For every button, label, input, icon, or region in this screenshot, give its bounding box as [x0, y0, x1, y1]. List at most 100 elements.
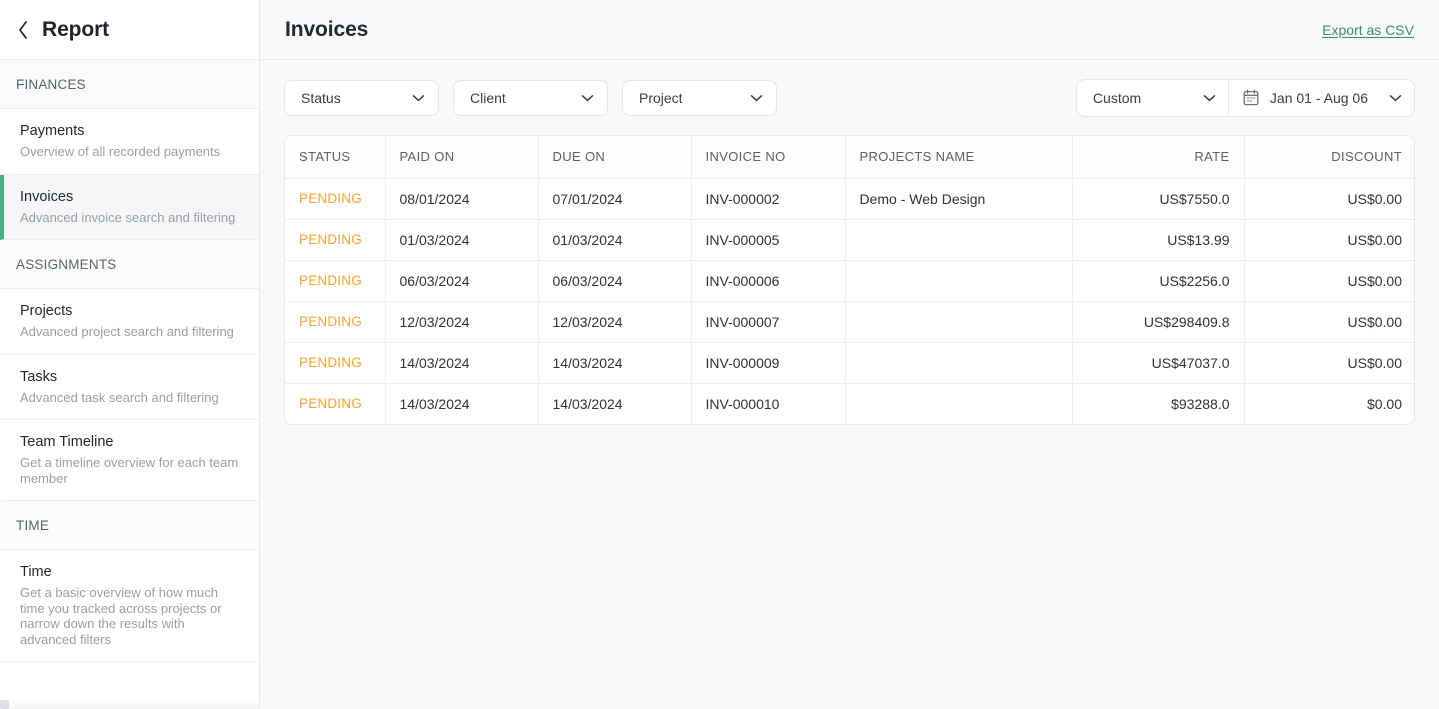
- cell-discount: US$0.00: [1244, 342, 1414, 384]
- chevron-down-icon: [750, 94, 763, 101]
- client-filter-label: Client: [470, 89, 506, 106]
- sidebar-item-team-timeline[interactable]: Team Timeline Get a timeline overview for…: [0, 420, 259, 501]
- sidebar-item-description: Get a timeline overview for each team me…: [20, 455, 239, 486]
- cell-due-on: 07/01/2024: [538, 178, 692, 220]
- cell-invoice-no: INV-000002: [691, 178, 846, 220]
- table-row[interactable]: PENDING 06/03/2024 06/03/2024 INV-000006 US$…: [285, 260, 1414, 302]
- column-header-rate[interactable]: RATE: [1072, 136, 1245, 179]
- date-range-group: Custom Jan 01 - Aug 06: [1075, 78, 1415, 117]
- table-row[interactable]: PENDING 14/03/2024 14/03/2024 INV-000010 $93…: [285, 383, 1414, 424]
- sidebar-scrollbar[interactable]: [0, 700, 9, 709]
- sidebar-header: Report: [0, 0, 259, 60]
- cell-discount: US$0.00: [1244, 260, 1414, 302]
- cell-discount: $0.00: [1366, 395, 1402, 412]
- cell-discount: US$0.00: [1244, 219, 1414, 261]
- table-row[interactable]: PENDING 12/03/2024 12/03/2024 INV-000007 US$…: [285, 301, 1414, 343]
- sidebar-item-description: Advanced project search and filtering: [20, 324, 234, 339]
- column-header-invoice-no[interactable]: INVOICE NO: [691, 136, 846, 179]
- sidebar-item-label: Tasks: [20, 368, 58, 385]
- sidebar: Report FINANCES Payments Overview of all r…: [0, 0, 260, 709]
- table-row[interactable]: PENDING 01/03/2024 01/03/2024 INV-000005 US$…: [285, 219, 1414, 261]
- cell-projects-name: [845, 383, 1073, 424]
- cell-paid-on: 12/03/2024: [385, 301, 539, 343]
- cell-paid-on: 01/03/2024: [385, 219, 539, 261]
- export-as-csv-link[interactable]: Export as CSV: [1322, 22, 1414, 38]
- cell-projects-name: [845, 301, 1073, 343]
- sidebar-item-invoices[interactable]: Invoices Advanced invoice search and filt…: [0, 174, 259, 240]
- sidebar-item-projects[interactable]: Projects Advanced project search and filt…: [0, 289, 259, 355]
- sidebar-title: Report: [42, 17, 110, 41]
- sidebar-item-description: Overview of all recorded payments: [20, 144, 221, 159]
- range-preset-dropdown[interactable]: Custom: [1077, 79, 1229, 116]
- date-range-picker[interactable]: Jan 01 - Aug 06: [1229, 80, 1414, 116]
- chevron-down-icon: [1203, 94, 1216, 101]
- date-range-control: Custom Jan 01 - Aug 06: [1075, 78, 1415, 117]
- table-row[interactable]: PENDING 14/03/2024 14/03/2024 INV-000009 US$…: [285, 342, 1414, 384]
- cell-invoice-no: INV-000006: [691, 260, 846, 302]
- sidebar-section-assignments: ASSIGNMENTS: [0, 240, 259, 289]
- cell-projects-name: Demo - Web Design: [845, 178, 1073, 220]
- sidebar-item-description: Advanced invoice search and filtering: [20, 209, 236, 225]
- main-content: Invoices Export as CSV Status Client Pro…: [260, 0, 1439, 709]
- status-filter-label: Status: [301, 89, 341, 106]
- sidebar-item-label: Time: [20, 564, 52, 580]
- status-filter-dropdown[interactable]: Status: [284, 79, 439, 116]
- column-header-due-on[interactable]: DUE ON: [538, 136, 692, 179]
- cell-rate: US$298409.8: [1072, 301, 1245, 343]
- range-preset-label: Custom: [1092, 89, 1142, 106]
- cell-paid-on: 06/03/2024: [385, 260, 539, 302]
- cell-invoice-no: INV-000007: [691, 301, 846, 343]
- cell-projects-name: [845, 219, 1073, 261]
- calendar-icon: [1243, 89, 1259, 106]
- cell-rate: US$47037.0: [1072, 342, 1245, 384]
- invoices-table-card: STATUS PAID ON DUE ON INVOICE NO PROJECTS NA…: [284, 135, 1415, 425]
- cell-status: PENDING: [285, 301, 386, 343]
- sidebar-section-finances: FINANCES: [0, 60, 259, 109]
- cell-status: PENDING: [285, 260, 386, 302]
- chevron-left-icon[interactable]: [16, 19, 30, 41]
- cell-paid-on: 08/01/2024: [385, 178, 539, 220]
- page-title: Invoices: [285, 17, 369, 41]
- sidebar-section-time: TIME: [0, 501, 259, 550]
- sidebar-item-label: Invoices: [20, 188, 74, 205]
- column-header-paid-on[interactable]: PAID ON: [385, 136, 539, 179]
- cell-paid-on: 14/03/2024: [385, 342, 539, 384]
- column-header-projects-name[interactable]: PROJECTS NAME: [845, 136, 1073, 179]
- sidebar-item-label: Payments: [20, 123, 85, 139]
- table-body: PENDING 08/01/2024 07/01/2024 INV-000002 Dem…: [285, 178, 1414, 424]
- chevron-down-icon: [1389, 94, 1402, 101]
- date-range-label: Jan 01 - Aug 06: [1269, 89, 1368, 106]
- invoices-table: STATUS PAID ON DUE ON INVOICE NO PROJECTS NA…: [285, 136, 1414, 424]
- sidebar-item-label: Team Timeline: [20, 434, 114, 450]
- cell-projects-name: [845, 260, 1073, 302]
- cell-status: PENDING: [285, 342, 386, 384]
- sidebar-item-description: Get a basic overview of how much time yo…: [20, 585, 222, 647]
- cell-due-on: 14/03/2024: [538, 342, 692, 384]
- app-root: Report FINANCES Payments Overview of all r…: [0, 0, 1439, 709]
- sidebar-nav: FINANCES Payments Overview of all recorded…: [0, 60, 259, 709]
- cell-rate: $93288.0: [1072, 383, 1245, 424]
- chevron-down-icon: [581, 94, 594, 101]
- cell-discount: US$0.00: [1244, 301, 1414, 343]
- sidebar-item-time[interactable]: Time Get a basic overview of how much tim…: [0, 550, 259, 662]
- cell-invoice-no: INV-000005: [691, 219, 846, 261]
- column-header-status[interactable]: STATUS: [285, 136, 386, 179]
- sidebar-item-tasks[interactable]: Tasks Advanced task search and filtering: [0, 354, 259, 420]
- client-filter-dropdown[interactable]: Client: [453, 79, 608, 116]
- filters-toolbar: Status Client Project Custom Jan 01 - Au…: [260, 60, 1439, 135]
- project-filter-label: Project: [639, 89, 683, 106]
- cell-discount: US$0.00: [1244, 178, 1414, 220]
- cell-projects-name: [845, 342, 1073, 384]
- table-head: STATUS PAID ON DUE ON INVOICE NO PROJECTS NA…: [285, 136, 1414, 179]
- table-row[interactable]: PENDING 08/01/2024 07/01/2024 INV-000002 Dem…: [285, 178, 1414, 220]
- cell-status: PENDING: [285, 219, 386, 261]
- cell-rate: US$13.99: [1072, 219, 1245, 261]
- cell-due-on: 14/03/2024: [538, 383, 692, 424]
- sidebar-item-payments[interactable]: Payments Overview of all recorded payment…: [0, 109, 259, 175]
- project-filter-dropdown[interactable]: Project: [622, 79, 777, 116]
- column-header-discount[interactable]: DISCOUNT: [1244, 136, 1414, 179]
- cell-paid-on: 14/03/2024: [385, 383, 539, 424]
- cell-rate: US$2256.0: [1072, 260, 1245, 302]
- table-header-row: STATUS PAID ON DUE ON INVOICE NO PROJECTS NA…: [285, 136, 1414, 179]
- cell-due-on: 12/03/2024: [538, 301, 692, 343]
